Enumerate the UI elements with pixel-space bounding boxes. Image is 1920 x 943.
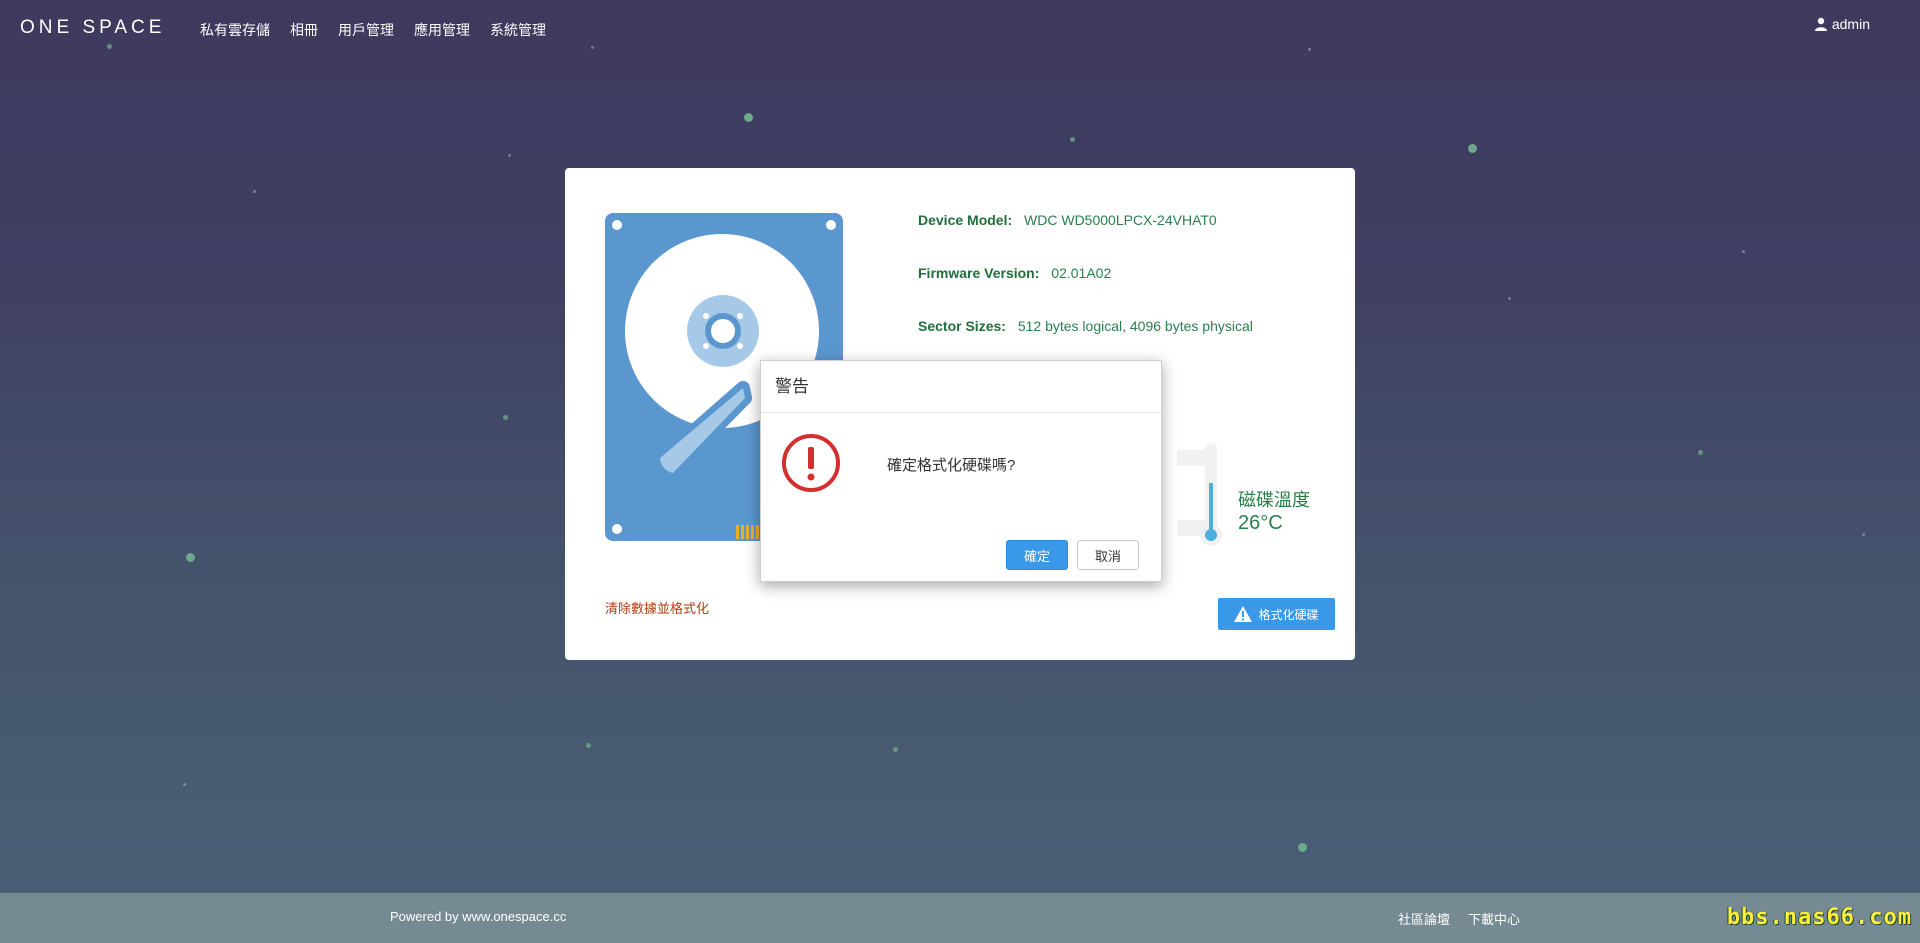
sector-label: Sector Sizes: [918,318,1006,334]
exclamation-icon [782,434,840,492]
format-disk-button[interactable]: 格式化硬碟 [1218,598,1335,630]
nav-app-management[interactable]: 應用管理 [414,20,470,40]
nav-album[interactable]: 相冊 [290,20,318,40]
cancel-button[interactable]: 取消 [1077,540,1139,570]
user-menu[interactable]: admin [1814,16,1870,32]
main-nav: 私有雲存儲 相冊 用戶管理 應用管理 系統管理 [200,20,546,40]
device-model-label: Device Model: [918,212,1013,228]
watermark-text: bbs.nas66.com [1726,905,1912,930]
dialog-message: 確定格式化硬碟嗎? [887,457,1016,474]
firmware-row: Firmware Version: 02.01A02 [918,265,1253,318]
format-disk-label: 格式化硬碟 [1258,607,1319,622]
user-icon [1814,17,1827,31]
top-navbar: ONE SPACE 私有雲存儲 相冊 用戶管理 應用管理 系統管理 admin [0,0,1920,60]
confirm-button[interactable]: 確定 [1006,540,1068,570]
brand-logo[interactable]: ONE SPACE [20,17,165,39]
firmware-value: 02.01A02 [1051,265,1112,281]
clear-data-format-link[interactable]: 清除數據並格式化 [605,598,709,617]
disk-temp-label: 磁碟溫度 [1238,490,1310,510]
nav-system-management[interactable]: 系統管理 [490,20,546,40]
thermometer-icon [1200,443,1222,546]
nav-user-management[interactable]: 用戶管理 [338,20,394,40]
powered-by-text: Powered by www.onespace.cc [390,909,567,924]
warning-dialog: 警告 確定格式化硬碟嗎? 確定 取消 [760,360,1162,582]
device-model-value: WDC WD5000LPCX-24VHAT0 [1024,212,1217,228]
username: admin [1831,16,1870,32]
footer-links: 社區論壇 下載中心 [1398,909,1520,928]
footer-link-forum[interactable]: 社區論壇 [1398,909,1450,928]
warning-icon [1234,606,1253,622]
device-model-row: Device Model: WDC WD5000LPCX-24VHAT0 [918,212,1253,265]
footer: Powered by www.onespace.cc 社區論壇 下載中心 bbs… [0,893,1920,943]
footer-link-download[interactable]: 下載中心 [1468,909,1520,928]
disk-temp-value: 26°C [1238,512,1283,534]
nav-private-cloud[interactable]: 私有雲存儲 [200,20,270,40]
firmware-label: Firmware Version: [918,265,1040,281]
sector-value: 512 bytes logical, 4096 bytes physical [1017,318,1253,334]
dialog-title: 警告 [761,361,1161,413]
